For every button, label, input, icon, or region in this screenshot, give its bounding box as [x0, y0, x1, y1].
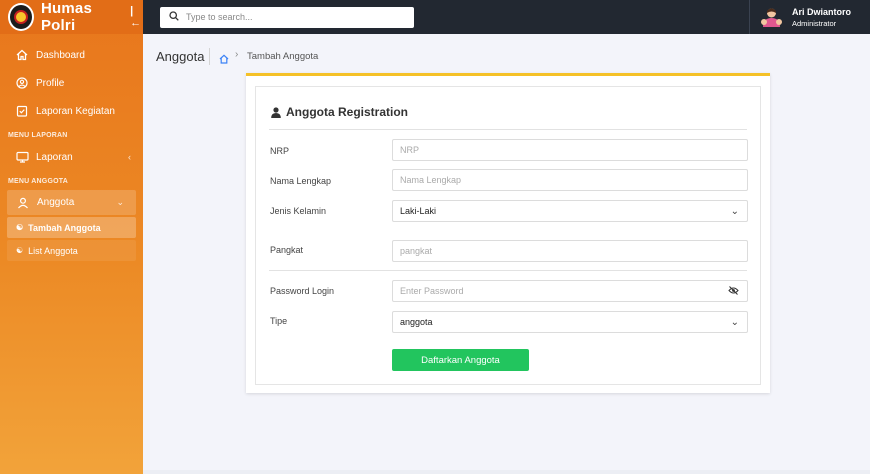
user-list-icon: ☯: [16, 246, 24, 255]
user-menu[interactable]: Ari Dwiantoro Administrator: [749, 0, 870, 34]
user-plus-icon: ☯: [16, 223, 24, 232]
search-input[interactable]: Type to search...: [160, 6, 414, 28]
nrp-placeholder: NRP: [400, 145, 420, 155]
sidebar-item-label: Anggota: [37, 197, 75, 208]
user-icon: [271, 106, 281, 118]
user-role: Administrator: [792, 18, 837, 28]
sidebar-item-laporan[interactable]: Laporan ‹: [0, 143, 143, 171]
nama-lengkap-placeholder: Nama Lengkap: [400, 175, 462, 185]
sidebar-item-label: Profile: [36, 77, 65, 89]
chevron-down-icon: ⌄: [730, 205, 739, 217]
collapse-sidebar-icon[interactable]: |←: [130, 5, 143, 29]
nrp-input[interactable]: NRP: [392, 139, 748, 161]
sidebar-item-anggota[interactable]: Anggota ⌄: [7, 190, 136, 215]
breadcrumb-current: Tambah Anggota: [247, 51, 319, 62]
section-label-laporan: MENU LAPORAN: [8, 132, 68, 139]
page-title: Anggota: [156, 49, 205, 64]
sidebar-item-dashboard[interactable]: Dashboard: [0, 41, 143, 69]
password-placeholder: Enter Password: [400, 286, 464, 296]
tipe-value: anggota: [400, 317, 433, 327]
avatar: [760, 7, 783, 27]
search-placeholder: Type to search...: [186, 12, 253, 22]
chevron-right-icon: ›: [235, 49, 239, 60]
sidebar-subitem-label: List Anggota: [28, 245, 78, 256]
breadcrumb-divider: [209, 48, 210, 65]
chevron-down-icon: ⌄: [116, 197, 124, 207]
jenis-kelamin-label: Jenis Kelamin: [270, 206, 327, 216]
sidebar-item-laporan-kegiatan[interactable]: Laporan Kegiatan: [0, 97, 143, 125]
topbar: Type to search... Ari Dwiantoro Administ…: [143, 0, 870, 34]
monitor-icon: [15, 150, 29, 164]
clipboard-check-icon: [15, 104, 29, 118]
sidebar-item-label: Laporan Kegiatan: [36, 105, 115, 117]
user-name: Ari Dwiantoro: [792, 6, 852, 17]
brand-header: Humas Polri |←: [0, 0, 143, 34]
pangkat-input[interactable]: pangkat: [392, 240, 748, 262]
form-title: Anggota Registration: [271, 105, 408, 119]
tipe-label: Tipe: [270, 316, 288, 326]
nrp-label: NRP: [270, 146, 290, 156]
eye-slash-icon[interactable]: [728, 285, 739, 297]
sidebar-subitem-label: Tambah Anggota: [28, 222, 101, 233]
daftarkan-anggota-button[interactable]: Daftarkan Anggota: [392, 349, 529, 371]
sidebar-item-label: Laporan: [36, 151, 73, 163]
registration-card: Anggota Registration NRP NRP Nama Lengka…: [246, 73, 770, 393]
sidebar-subitem-list-anggota[interactable]: ☯ List Anggota: [7, 240, 136, 261]
polri-logo: [8, 3, 34, 31]
registration-form: Anggota Registration NRP NRP Nama Lengka…: [255, 86, 761, 385]
form-title-text: Anggota Registration: [286, 105, 408, 119]
home-icon: [15, 48, 29, 62]
password-input[interactable]: Enter Password: [392, 280, 748, 302]
pangkat-placeholder: pangkat: [400, 246, 433, 256]
tipe-select[interactable]: anggota ⌄: [392, 311, 748, 333]
chevron-left-icon: ‹: [128, 152, 131, 162]
password-label: Password Login: [270, 286, 335, 296]
sidebar-item-label: Dashboard: [36, 49, 85, 61]
nama-lengkap-input[interactable]: Nama Lengkap: [392, 169, 748, 191]
search-icon: [169, 8, 179, 26]
jenis-kelamin-value: Laki-Laki: [400, 206, 437, 216]
sidebar: Humas Polri |← Dashboard Profile Laporan…: [0, 0, 143, 474]
jenis-kelamin-select[interactable]: Laki-Laki ⌄: [392, 200, 748, 222]
chevron-down-icon: ⌄: [730, 316, 739, 328]
divider: [269, 129, 747, 130]
pangkat-label: Pangkat: [270, 245, 304, 255]
home-icon[interactable]: [219, 51, 229, 69]
section-label-anggota: MENU ANGGOTA: [8, 178, 68, 185]
nama-lengkap-label: Nama Lengkap: [270, 176, 332, 186]
brand-name: Humas Polri: [40, 0, 92, 34]
user-circle-icon: [15, 76, 29, 90]
footer-divider: [143, 470, 870, 474]
user-icon: [16, 196, 30, 210]
divider: [269, 270, 747, 271]
sidebar-item-profile[interactable]: Profile: [0, 69, 143, 97]
sidebar-subitem-tambah-anggota[interactable]: ☯ Tambah Anggota: [7, 217, 136, 238]
